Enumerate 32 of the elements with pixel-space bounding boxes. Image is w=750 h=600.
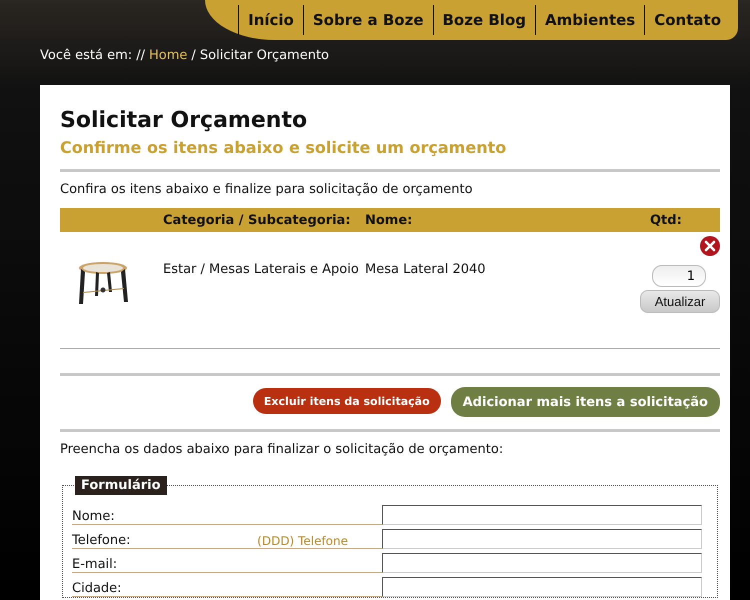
breadcrumb-current: / Solicitar Orçamento [191, 48, 330, 63]
column-header: Nome: [365, 212, 414, 228]
input-field[interactable] [382, 529, 702, 549]
breadcrumb-label: Você está em: // [40, 48, 146, 63]
nav-link[interactable]: Boze Blog [432, 5, 535, 35]
column-header: Qtd: [650, 212, 683, 228]
intro-text: Confira os itens abaixo e finalize para solicitação de orçamento [60, 182, 474, 198]
field-label: Nome: [72, 509, 115, 524]
nav-link[interactable]: Sobre a Boze [302, 5, 432, 35]
field-label: Cidade: [72, 581, 122, 596]
table-cell-text: Estar / Mesas Laterais e Apoio [163, 261, 360, 279]
breadcrumb-link[interactable]: Home [149, 48, 188, 63]
page-title: Solicitar Orçamento [60, 107, 308, 135]
input-field[interactable] [382, 577, 702, 597]
nav-link[interactable]: Início [238, 5, 303, 35]
nav-link[interactable]: Contato [644, 5, 730, 35]
form-legend: Formulário [75, 476, 167, 495]
field-label: E-mail: [72, 557, 118, 572]
add-items-button[interactable]: Adicionar mais itens a solicitação [450, 387, 720, 417]
update-button[interactable]: Atualizar [640, 290, 720, 313]
table-cell-text: Mesa Lateral 2040 [365, 261, 487, 279]
quantity-field[interactable]: 1 [652, 265, 706, 287]
nav-link[interactable]: Ambientes [534, 5, 644, 35]
input-field[interactable] [382, 505, 702, 525]
column-header: Categoria / Subcategoria: [163, 212, 352, 228]
form-intro-text: Preencha os dados abaixo para finalizar o solicitação de orçamento: [60, 442, 504, 458]
field-hint: (DDD) Telefone [257, 534, 348, 548]
field-label: Telefone: [72, 533, 130, 548]
page-subtitle: Confirme os itens abaixo e solicite um orçamento [60, 137, 508, 159]
remove-icon[interactable] [700, 236, 720, 256]
input-field[interactable] [382, 553, 702, 573]
remove-items-button[interactable]: Excluir itens da solicitação [252, 388, 441, 414]
